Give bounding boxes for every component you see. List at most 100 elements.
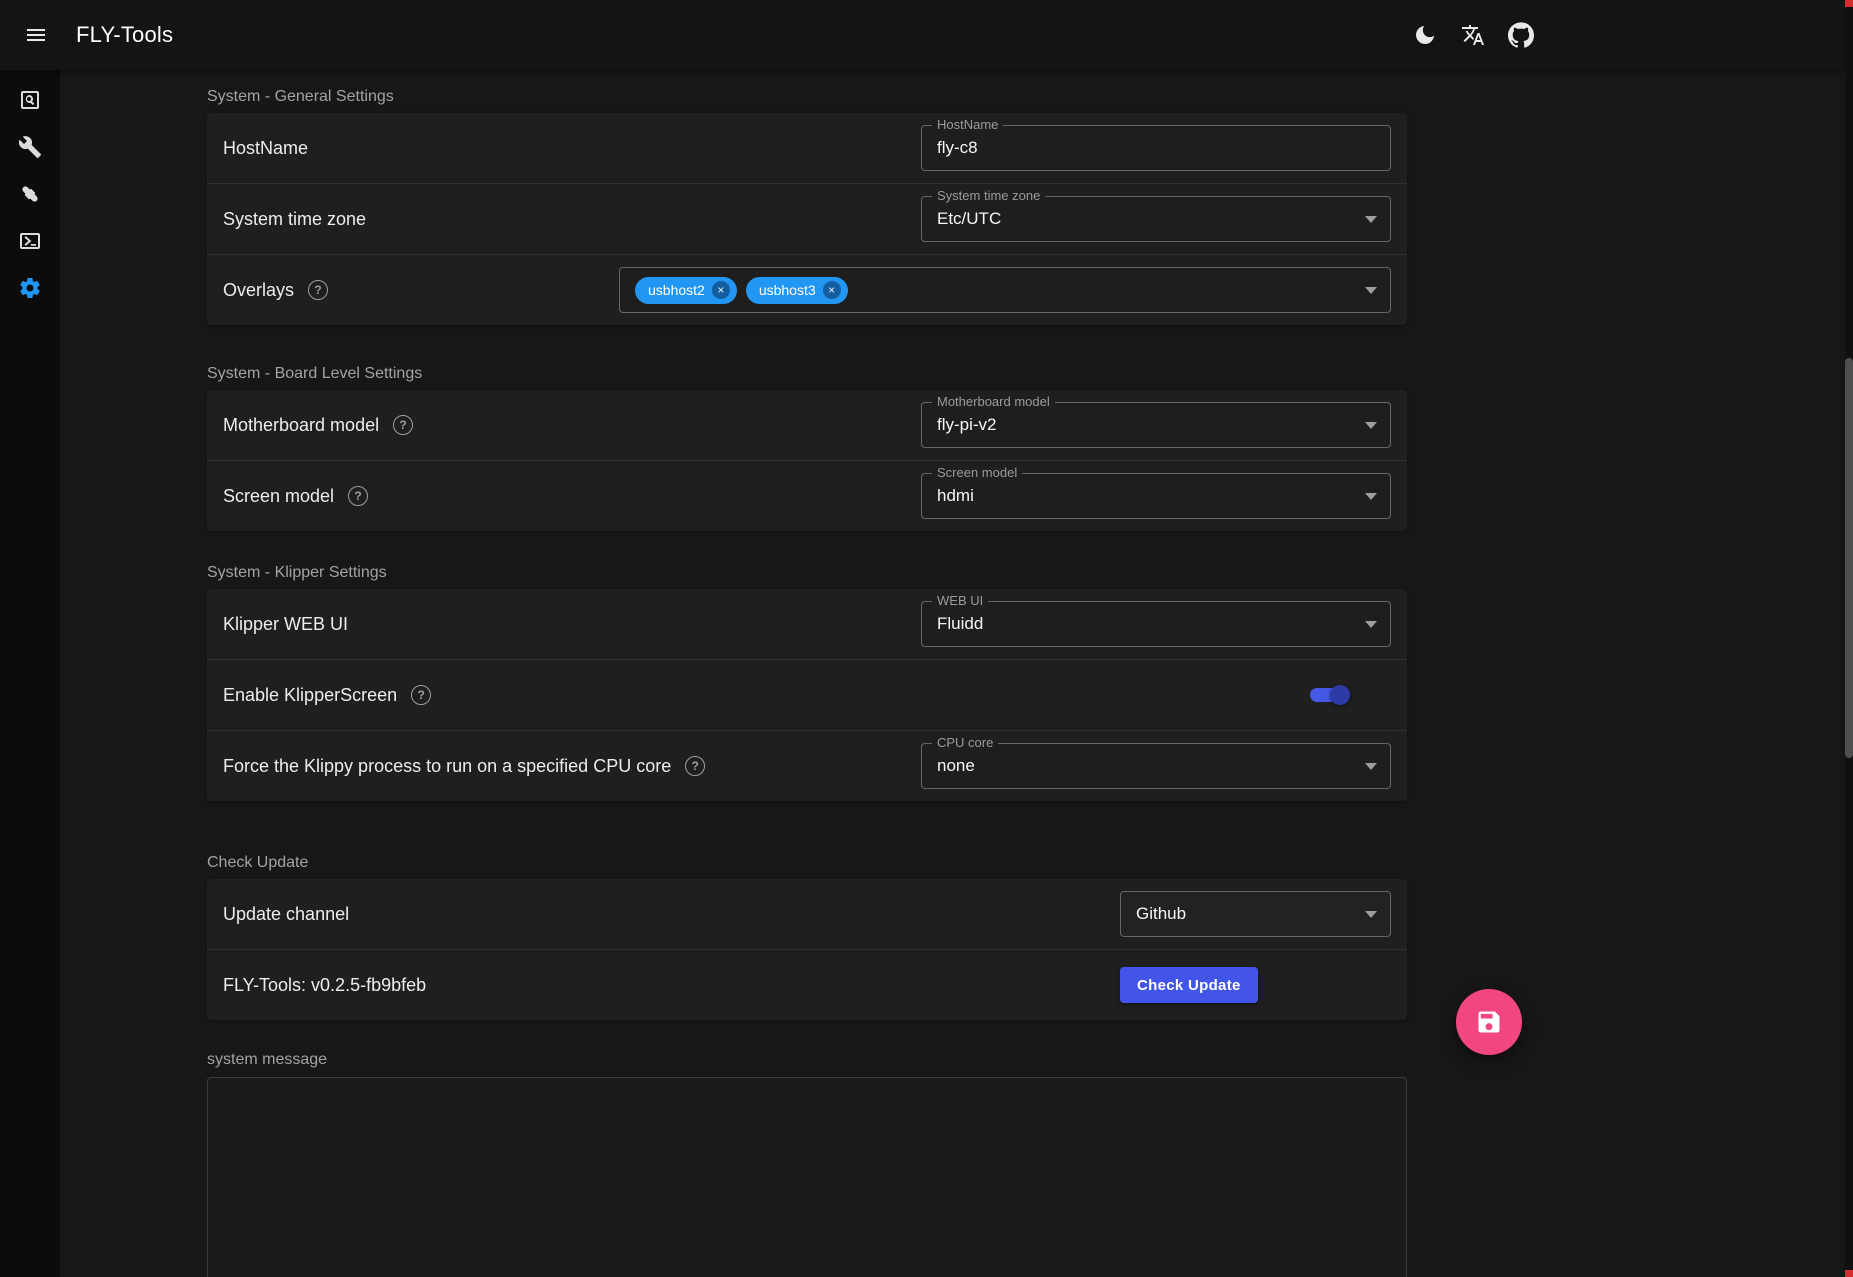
row-webui: Klipper WEB UI WEB UI Fluidd xyxy=(207,589,1407,659)
help-icon[interactable]: ? xyxy=(348,486,368,506)
scrollbar xyxy=(1845,0,1853,1277)
update-channel-label: Update channel xyxy=(223,904,349,925)
row-motherboard: Motherboard model ? Motherboard model fl… xyxy=(207,390,1407,460)
section-board-title: System - Board Level Settings xyxy=(207,364,1407,384)
app-title: FLY-Tools xyxy=(76,22,173,48)
chip-close-icon[interactable]: × xyxy=(823,281,841,299)
scrollbar-thumb[interactable] xyxy=(1845,358,1853,758)
check-update-col: Check Update xyxy=(1120,967,1391,1003)
chevron-down-icon xyxy=(1365,621,1377,628)
update-channel-value: Github xyxy=(1136,904,1186,924)
hostname-value: fly-c8 xyxy=(937,138,978,158)
moon-icon xyxy=(1413,23,1437,47)
chevron-down-icon xyxy=(1365,216,1377,223)
sidebar-item-patch[interactable] xyxy=(6,170,54,217)
row-screen: Screen model ? Screen model hdmi xyxy=(207,461,1407,531)
menu-icon xyxy=(24,23,48,47)
row-update-channel: Update channel Github xyxy=(207,879,1407,949)
chevron-down-icon xyxy=(1365,422,1377,429)
save-fab[interactable] xyxy=(1456,989,1522,1055)
cpu-core-select[interactable]: CPU core none xyxy=(921,743,1391,789)
row-cpu-core: Force the Klippy process to run on a spe… xyxy=(207,731,1407,801)
hostname-input[interactable]: HostName fly-c8 xyxy=(921,125,1391,171)
cpu-core-label: Force the Klippy process to run on a spe… xyxy=(223,756,671,777)
overlays-label-group: Overlays ? xyxy=(223,280,328,301)
chip-label: usbhost2 xyxy=(648,282,705,298)
cpu-core-value: none xyxy=(937,756,975,776)
settings-content: System - General Settings HostName HostN… xyxy=(207,70,1407,1277)
general-card: HostName HostName fly-c8 System time zon… xyxy=(207,113,1407,325)
motherboard-label-group: Motherboard model ? xyxy=(223,415,413,436)
row-timezone: System time zone System time zone Etc/UT… xyxy=(207,184,1407,254)
scrollbar-top-marker xyxy=(1845,0,1853,7)
klipperscreen-switch[interactable] xyxy=(1310,688,1347,702)
language-button[interactable] xyxy=(1449,11,1497,59)
row-overlays: Overlays ? usbhost2 × usbhost3 × xyxy=(207,255,1407,325)
webui-label: Klipper WEB UI xyxy=(223,614,348,635)
section-message-title: system message xyxy=(207,1050,1407,1070)
klipperscreen-label-group: Enable KlipperScreen ? xyxy=(223,685,431,706)
motherboard-select[interactable]: Motherboard model fly-pi-v2 xyxy=(921,402,1391,448)
cpu-core-label-group: Force the Klippy process to run on a spe… xyxy=(223,756,705,777)
section-general-title: System - General Settings xyxy=(207,87,1407,107)
timezone-field-label: System time zone xyxy=(932,188,1045,203)
screen-label-group: Screen model ? xyxy=(223,486,368,507)
chip-label: usbhost3 xyxy=(759,282,816,298)
sidebar-item-settings[interactable] xyxy=(6,264,54,311)
switch-thumb xyxy=(1330,685,1350,705)
hostname-field-label: HostName xyxy=(932,117,1003,132)
update-card: Update channel Github FLY-Tools: v0.2.5-… xyxy=(207,879,1407,1020)
patch-icon xyxy=(18,182,42,206)
webui-select[interactable]: WEB UI Fluidd xyxy=(921,601,1391,647)
help-icon[interactable]: ? xyxy=(308,280,328,300)
github-button[interactable] xyxy=(1497,11,1545,59)
screen-label: Screen model xyxy=(223,486,334,507)
help-icon[interactable]: ? xyxy=(685,756,705,776)
chip-close-icon[interactable]: × xyxy=(712,281,730,299)
settings-icon xyxy=(18,276,42,300)
overlays-chips: usbhost2 × usbhost3 × xyxy=(635,277,848,304)
timezone-select[interactable]: System time zone Etc/UTC xyxy=(921,196,1391,242)
sidebar-item-system-info[interactable] xyxy=(6,76,54,123)
screen-field-label: Screen model xyxy=(932,465,1022,480)
menu-button[interactable] xyxy=(12,11,60,59)
hostname-label: HostName xyxy=(223,138,308,159)
row-version: FLY-Tools: v0.2.5-fb9bfeb Check Update xyxy=(207,950,1407,1020)
chevron-down-icon xyxy=(1365,911,1377,918)
row-hostname: HostName HostName fly-c8 xyxy=(207,113,1407,183)
row-klipperscreen: Enable KlipperScreen ? xyxy=(207,660,1407,730)
help-icon[interactable]: ? xyxy=(393,415,413,435)
screen-value: hdmi xyxy=(937,486,974,506)
section-klipper-title: System - Klipper Settings xyxy=(207,563,1407,583)
section-general: System - General Settings HostName HostN… xyxy=(207,87,1407,325)
webui-value: Fluidd xyxy=(937,614,983,634)
motherboard-value: fly-pi-v2 xyxy=(937,415,997,435)
update-channel-select[interactable]: Github xyxy=(1120,891,1391,937)
section-update: Check Update Update channel Github FLY-T… xyxy=(207,853,1407,1020)
overlays-label: Overlays xyxy=(223,280,294,301)
chip-usbhost2[interactable]: usbhost2 × xyxy=(635,277,737,304)
chevron-down-icon xyxy=(1365,763,1377,770)
help-icon[interactable]: ? xyxy=(411,685,431,705)
section-klipper: System - Klipper Settings Klipper WEB UI… xyxy=(207,563,1407,801)
klipper-card: Klipper WEB UI WEB UI Fluidd Enable Klip… xyxy=(207,589,1407,801)
update-channel-col: Github xyxy=(1120,891,1391,937)
main-area: System - General Settings HostName HostN… xyxy=(60,70,1853,1277)
sidebar-item-terminal[interactable] xyxy=(6,217,54,264)
board-card: Motherboard model ? Motherboard model fl… xyxy=(207,390,1407,531)
check-update-button[interactable]: Check Update xyxy=(1120,967,1258,1003)
save-icon xyxy=(1475,1008,1503,1036)
theme-toggle-button[interactable] xyxy=(1401,11,1449,59)
timezone-value: Etc/UTC xyxy=(937,209,1001,229)
chip-usbhost3[interactable]: usbhost3 × xyxy=(746,277,848,304)
timezone-label: System time zone xyxy=(223,209,366,230)
app-bar: FLY-Tools xyxy=(0,0,1853,70)
section-board: System - Board Level Settings Motherboar… xyxy=(207,364,1407,531)
screen-select[interactable]: Screen model hdmi xyxy=(921,473,1391,519)
translate-icon xyxy=(1461,23,1485,47)
overlays-select[interactable]: usbhost2 × usbhost3 × xyxy=(619,267,1391,313)
sidebar-item-config-tool[interactable] xyxy=(6,123,54,170)
section-update-title: Check Update xyxy=(207,853,1407,873)
webui-field-label: WEB UI xyxy=(932,593,988,608)
chevron-down-icon xyxy=(1365,287,1377,294)
